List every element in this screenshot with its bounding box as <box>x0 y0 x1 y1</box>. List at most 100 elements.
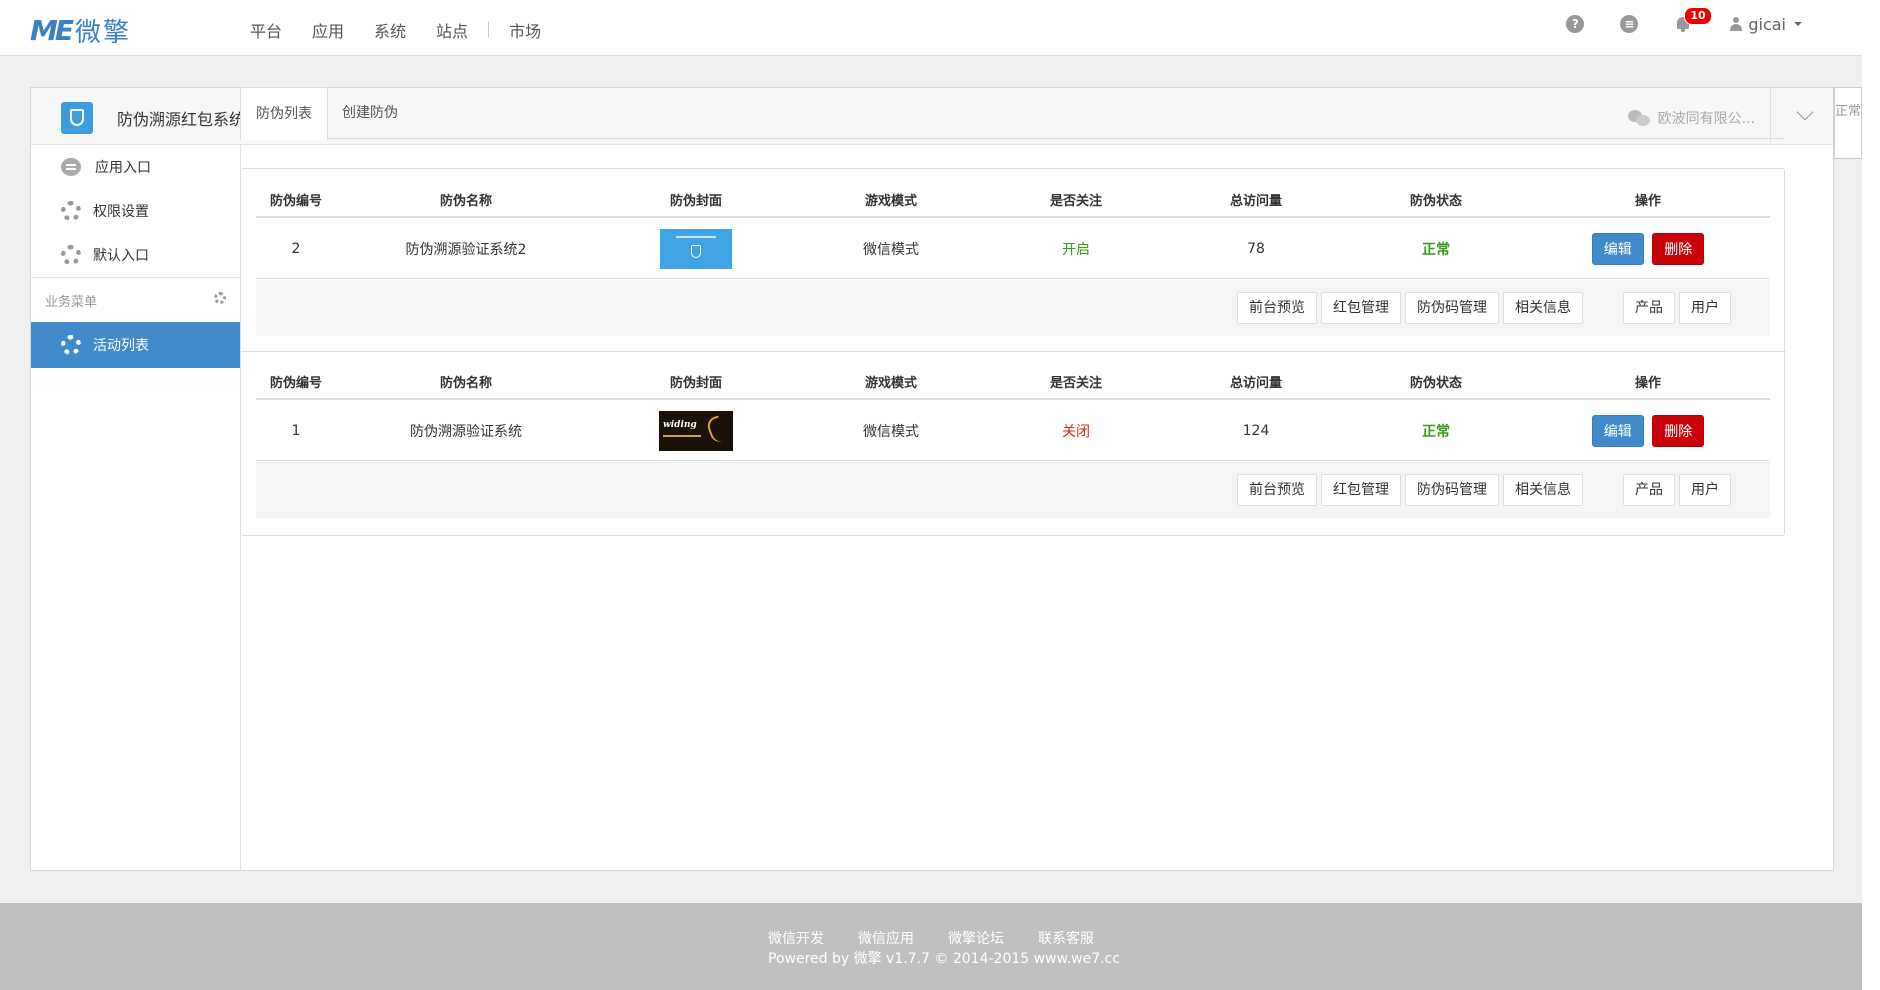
tab-bar: 防伪列表 创建防伪 <box>240 87 1785 140</box>
edit-button[interactable]: 编辑 <box>1591 232 1644 265</box>
sidebar-item-label: 活动列表 <box>93 338 149 354</box>
message-icon[interactable]: ≡ <box>1620 15 1639 33</box>
logo[interactable]: ME 微擎 <box>30 12 131 49</box>
app-title: 防伪溯源红包系统 <box>117 110 246 129</box>
caret-down-icon <box>1794 22 1802 26</box>
col-cover: 防伪封面 <box>669 376 722 391</box>
nav-apps[interactable]: 应用 <box>312 18 344 42</box>
chevron-down-icon[interactable] <box>1796 103 1814 121</box>
cover-image <box>596 228 796 269</box>
table-row: 2 防伪溯源验证系统2 微信模式 开启 78 正常 编辑 删除 <box>256 219 1770 279</box>
col-name: 防伪名称 <box>439 376 492 391</box>
nav-market[interactable]: 市场 <box>509 18 541 42</box>
sidebar: 应用入口 权限设置 默认入口 业务菜单 活动列表 <box>31 145 241 870</box>
sidebar-section-label: 业务菜单 <box>45 294 98 310</box>
product-button[interactable]: 产品 <box>1623 292 1675 324</box>
col-id: 防伪编号 <box>269 194 322 209</box>
nav-divider <box>488 22 490 38</box>
cover-thumbnail <box>660 228 732 269</box>
sidebar-item-app-entry[interactable]: 应用入口 <box>31 145 240 189</box>
sidebar-item-label: 权限设置 <box>93 204 149 220</box>
gear-icon <box>61 335 81 355</box>
record-status: 正常 <box>1422 423 1450 440</box>
related-info-button[interactable]: 相关信息 <box>1503 474 1583 506</box>
col-name: 防伪名称 <box>439 194 492 209</box>
main-nav: 平台 应用 系统 站点 市场 <box>250 18 571 42</box>
section-gear-icon[interactable] <box>214 292 226 304</box>
col-cover: 防伪封面 <box>669 194 722 209</box>
top-navbar: ME 微擎 平台 应用 系统 站点 市场 ? ≡ 10 gicai <box>0 0 1862 56</box>
related-info-button[interactable]: 相关信息 <box>1503 292 1583 324</box>
record-id: 2 <box>291 240 301 257</box>
help-icon[interactable]: ? <box>1566 15 1585 33</box>
row-actions: 编辑 删除 <box>1526 414 1770 447</box>
user-button[interactable]: 用户 <box>1679 474 1731 506</box>
cover-image: widing <box>596 410 796 451</box>
shield-shape <box>70 109 84 126</box>
record-id: 1 <box>291 422 301 439</box>
user-icon <box>1730 17 1743 31</box>
col-actions: 操作 <box>1634 376 1661 391</box>
record-actions-bar: 前台预览 红包管理 防伪码管理 相关信息 产品 用户 <box>256 462 1770 518</box>
product-button[interactable]: 产品 <box>1623 474 1675 506</box>
code-manage-button[interactable]: 防伪码管理 <box>1405 474 1499 506</box>
notification-badge: 10 <box>1684 7 1712 25</box>
sidebar-section-business: 业务菜单 <box>31 277 240 322</box>
bell-clapper <box>1681 29 1686 32</box>
footer-copyright: Powered by 微擎 v1.7.7 © 2014-2015 www.we7… <box>768 951 1120 967</box>
record-mode: 微信模式 <box>863 423 919 440</box>
footer-link[interactable]: 联系客服 <box>1038 928 1094 948</box>
footer-link[interactable]: 微擎论坛 <box>948 928 1004 948</box>
record-follow: 关闭 <box>1062 423 1090 440</box>
right-status-tab[interactable]: 正常 <box>1834 87 1862 159</box>
col-visits: 总访问量 <box>1229 194 1282 209</box>
user-menu[interactable]: gicai <box>1730 15 1802 34</box>
footer-link[interactable]: 微信开发 <box>768 928 824 948</box>
gear-icon <box>61 201 81 221</box>
sidebar-item-label: 默认入口 <box>93 248 149 264</box>
footer-link[interactable]: 微信应用 <box>858 928 914 948</box>
edit-button[interactable]: 编辑 <box>1591 414 1644 447</box>
record-visits: 78 <box>1247 240 1265 257</box>
code-manage-button[interactable]: 防伪码管理 <box>1405 292 1499 324</box>
record-name: 防伪溯源验证系统 <box>410 423 522 440</box>
footer-links: 微信开发 微信应用 微擎论坛 联系客服 <box>768 928 1128 948</box>
tab-create-anti-fake[interactable]: 创建防伪 <box>327 87 413 140</box>
record-follow: 开启 <box>1062 241 1090 258</box>
table-header: 防伪编号 防伪名称 防伪封面 游戏模式 是否关注 总访问量 防伪状态 操作 <box>256 365 1770 400</box>
col-visits: 总访问量 <box>1229 376 1282 391</box>
col-follow: 是否关注 <box>1049 376 1102 391</box>
nav-system[interactable]: 系统 <box>374 18 406 42</box>
record-visits: 124 <box>1242 422 1270 439</box>
nav-sites[interactable]: 站点 <box>436 18 468 42</box>
record-actions-bar: 前台预览 红包管理 防伪码管理 相关信息 产品 用户 <box>256 280 1770 336</box>
preview-button[interactable]: 前台预览 <box>1237 474 1317 506</box>
logo-text: 微擎 <box>75 18 132 48</box>
delete-button[interactable]: 删除 <box>1652 414 1705 447</box>
sidebar-item-permissions[interactable]: 权限设置 <box>31 189 240 233</box>
preview-button[interactable]: 前台预览 <box>1237 292 1317 324</box>
notification-bell-icon[interactable]: 10 <box>1674 7 1712 34</box>
user-button[interactable]: 用户 <box>1679 292 1731 324</box>
col-mode: 游戏模式 <box>864 376 917 391</box>
page-scrollbar-track[interactable] <box>1862 0 1880 990</box>
col-mode: 游戏模式 <box>864 194 917 209</box>
sidebar-item-activity-list[interactable]: 活动列表 <box>31 322 240 368</box>
record-divider <box>241 351 1786 352</box>
footer: 微信开发 微信应用 微擎论坛 联系客服 Powered by 微擎 v1.7.7… <box>0 903 1862 990</box>
main-content: 防伪列表 创建防伪 防伪编号 防伪名称 防伪封面 游戏模式 是否关注 总访问量 … <box>240 87 1786 536</box>
nav-platform[interactable]: 平台 <box>250 18 282 42</box>
redpacket-manage-button[interactable]: 红包管理 <box>1321 292 1401 324</box>
redpacket-manage-button[interactable]: 红包管理 <box>1321 474 1401 506</box>
table-header: 防伪编号 防伪名称 防伪封面 游戏模式 是否关注 总访问量 防伪状态 操作 <box>256 183 1770 218</box>
col-status: 防伪状态 <box>1409 376 1462 391</box>
sidebar-item-default-entry[interactable]: 默认入口 <box>31 233 240 277</box>
tab-anti-fake-list[interactable]: 防伪列表 <box>240 87 328 140</box>
delete-button[interactable]: 删除 <box>1652 232 1705 265</box>
row-actions: 编辑 删除 <box>1526 232 1770 265</box>
col-actions: 操作 <box>1634 194 1661 209</box>
col-status: 防伪状态 <box>1409 194 1462 209</box>
col-id: 防伪编号 <box>269 376 322 391</box>
col-follow: 是否关注 <box>1049 194 1102 209</box>
chat-icon <box>61 158 81 176</box>
